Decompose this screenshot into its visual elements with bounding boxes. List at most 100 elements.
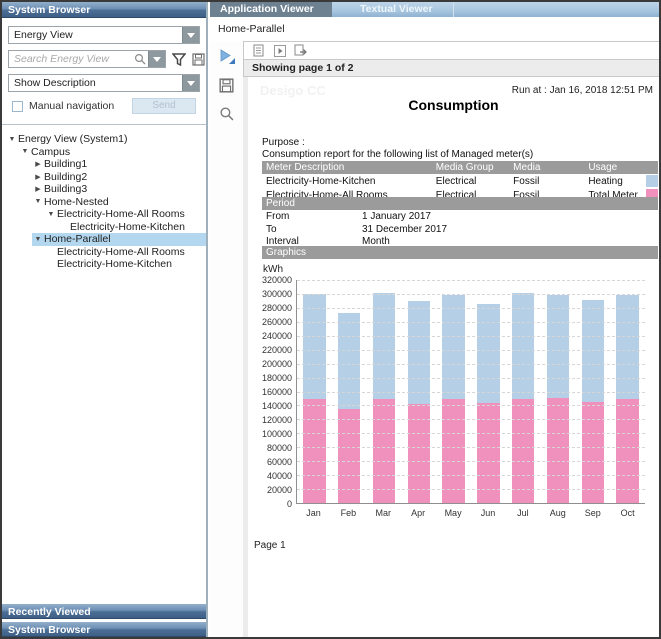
- tree-item-4[interactable]: ▶Building3: [2, 183, 206, 196]
- send-button[interactable]: Send: [132, 98, 196, 114]
- period-rows: From1 January 2017To31 December 2017Inte…: [262, 210, 658, 248]
- series-color-swatch: [646, 175, 658, 187]
- system-browser-panel: System Browser Energy View: [2, 2, 208, 637]
- tree-item-1[interactable]: ▼Campus: [2, 146, 206, 159]
- tree-item-content: ▼Home-Parallel: [32, 233, 206, 246]
- y-tick-label: 280000: [262, 303, 292, 313]
- system-browser-header: System Browser: [2, 2, 206, 18]
- stacked-bar-mar: [373, 293, 395, 503]
- meter-table-header-row: Meter DescriptionMedia GroupMediaUsage: [262, 161, 658, 174]
- search-box[interactable]: [8, 50, 166, 68]
- gridline: [297, 405, 645, 406]
- gridline: [297, 392, 645, 393]
- stacked-bar-may: [442, 295, 464, 503]
- meter-table-header-swatch: [642, 161, 658, 174]
- view-selector-dropdown[interactable]: Energy View: [8, 26, 200, 44]
- chevron-down-icon[interactable]: [182, 27, 199, 43]
- tree-item-5[interactable]: ▼Home-Nested: [2, 196, 206, 209]
- x-tick-label: Jul: [505, 504, 540, 518]
- viewer-body: Showing page 1 of 2 Desigo CC Run at : J…: [210, 41, 659, 637]
- stacked-bar-oct: [616, 295, 638, 503]
- tree-item-2[interactable]: ▶Building1: [2, 158, 206, 171]
- stacked-bar-jul: [512, 293, 534, 503]
- filter-icon[interactable]: [172, 53, 186, 66]
- viewer-panel: Application ViewerTextual Viewer Home-Pa…: [210, 2, 659, 637]
- tree-item-6[interactable]: ▼Electricity-Home-All Rooms: [2, 208, 206, 221]
- table-cell: Heating: [584, 174, 642, 188]
- next-page-icon[interactable]: [273, 44, 286, 57]
- gridline: [297, 364, 645, 365]
- refresh-page-icon[interactable]: [252, 44, 265, 57]
- tree-item-0[interactable]: ▼Energy View (System1): [2, 133, 206, 146]
- viewer-tab-bar: Application Viewer Textual Viewer: [210, 2, 659, 17]
- purpose-label: Purpose :: [262, 137, 533, 149]
- tree-item-content: ▶Building2: [32, 171, 206, 184]
- gridline: [297, 419, 645, 420]
- tab-application-viewer[interactable]: Application Viewer: [210, 2, 332, 17]
- viewer-main: Showing page 1 of 2 Desigo CC Run at : J…: [243, 41, 659, 637]
- bar-segment: [616, 399, 638, 503]
- manual-navigation-checkbox[interactable]: [12, 101, 23, 112]
- tree-item-label: Building3: [44, 183, 87, 195]
- run-report-icon[interactable]: [217, 47, 237, 67]
- period-value: 1 January 2017: [362, 211, 431, 223]
- chevron-right-icon[interactable]: ▶: [32, 173, 44, 181]
- x-tick-label: May: [436, 504, 471, 518]
- graphics-header: Graphics: [262, 246, 658, 259]
- bar-segment: [512, 399, 534, 503]
- chevron-down-icon[interactable]: ▼: [32, 236, 44, 243]
- tab-textual-viewer[interactable]: Textual Viewer: [350, 2, 454, 17]
- x-tick-label: Feb: [331, 504, 366, 518]
- gridline: [297, 475, 645, 476]
- bar-segment: [303, 399, 325, 503]
- export-report-icon[interactable]: [294, 44, 307, 57]
- y-tick-label: 160000: [262, 387, 292, 397]
- y-tick-label: 80000: [267, 443, 292, 453]
- x-tick-label: Aug: [540, 504, 575, 518]
- chevron-right-icon[interactable]: ▶: [32, 185, 44, 193]
- tree-item-label: Building1: [44, 158, 87, 170]
- search-icon[interactable]: [134, 53, 146, 65]
- bar-segment: [547, 398, 569, 503]
- tree-item-7[interactable]: Electricity-Home-Kitchen: [2, 221, 206, 234]
- save-report-icon[interactable]: [217, 75, 237, 95]
- gridline: [297, 350, 645, 351]
- meter-table-header: Usage: [584, 161, 642, 174]
- x-tick-label: Sep: [575, 504, 610, 518]
- chevron-right-icon[interactable]: ▶: [32, 160, 44, 168]
- bottom-bar-recently-viewed[interactable]: Recently Viewed: [2, 603, 206, 619]
- tree-item-label: Electricity-Home-All Rooms: [57, 208, 185, 220]
- x-tick-label: Oct: [610, 504, 645, 518]
- tree-item-label: Campus: [31, 146, 70, 158]
- report-page: Desigo CC Run at : Jan 16, 2018 12:51 PM…: [248, 77, 659, 637]
- chevron-down-icon[interactable]: ▼: [45, 211, 57, 218]
- chevron-down-icon[interactable]: ▼: [6, 136, 18, 143]
- chevron-down-icon[interactable]: ▼: [32, 198, 44, 205]
- tree-item-9[interactable]: Electricity-Home-All Rooms: [2, 246, 206, 259]
- table-cell: Fossil: [509, 174, 584, 188]
- chevron-down-icon[interactable]: [182, 75, 199, 91]
- y-tick-label: 20000: [267, 485, 292, 495]
- save-search-icon[interactable]: [192, 53, 205, 66]
- browser-controls: Energy View Show Des: [2, 18, 206, 114]
- tree-item-10[interactable]: Electricity-Home-Kitchen: [2, 258, 206, 271]
- bar-segment: [582, 300, 604, 402]
- y-tick-label: 40000: [267, 471, 292, 481]
- y-tick-label: 240000: [262, 331, 292, 341]
- paging-status: Showing page 1 of 2: [243, 60, 659, 77]
- tree-item-label: Electricity-Home-Kitchen: [57, 258, 172, 270]
- search-input[interactable]: [9, 53, 134, 65]
- tree-item-3[interactable]: ▶Building2: [2, 171, 206, 184]
- bar-segment: [477, 403, 499, 503]
- table-cell: Electrical: [432, 174, 509, 188]
- description-selector-dropdown[interactable]: Show Description: [8, 74, 200, 92]
- graphics-section: Graphics: [262, 246, 658, 259]
- chevron-down-icon[interactable]: ▼: [19, 148, 31, 155]
- bottom-bar-system-browser[interactable]: System Browser: [2, 621, 206, 637]
- tree-item-content: Electricity-Home-Kitchen: [45, 258, 206, 271]
- tree-item-content: ▼Campus: [19, 146, 206, 159]
- chevron-down-icon[interactable]: [148, 51, 165, 67]
- period-row: To31 December 2017: [262, 223, 658, 236]
- tree-item-8[interactable]: ▼Home-Parallel: [2, 233, 206, 246]
- zoom-icon[interactable]: [217, 103, 237, 123]
